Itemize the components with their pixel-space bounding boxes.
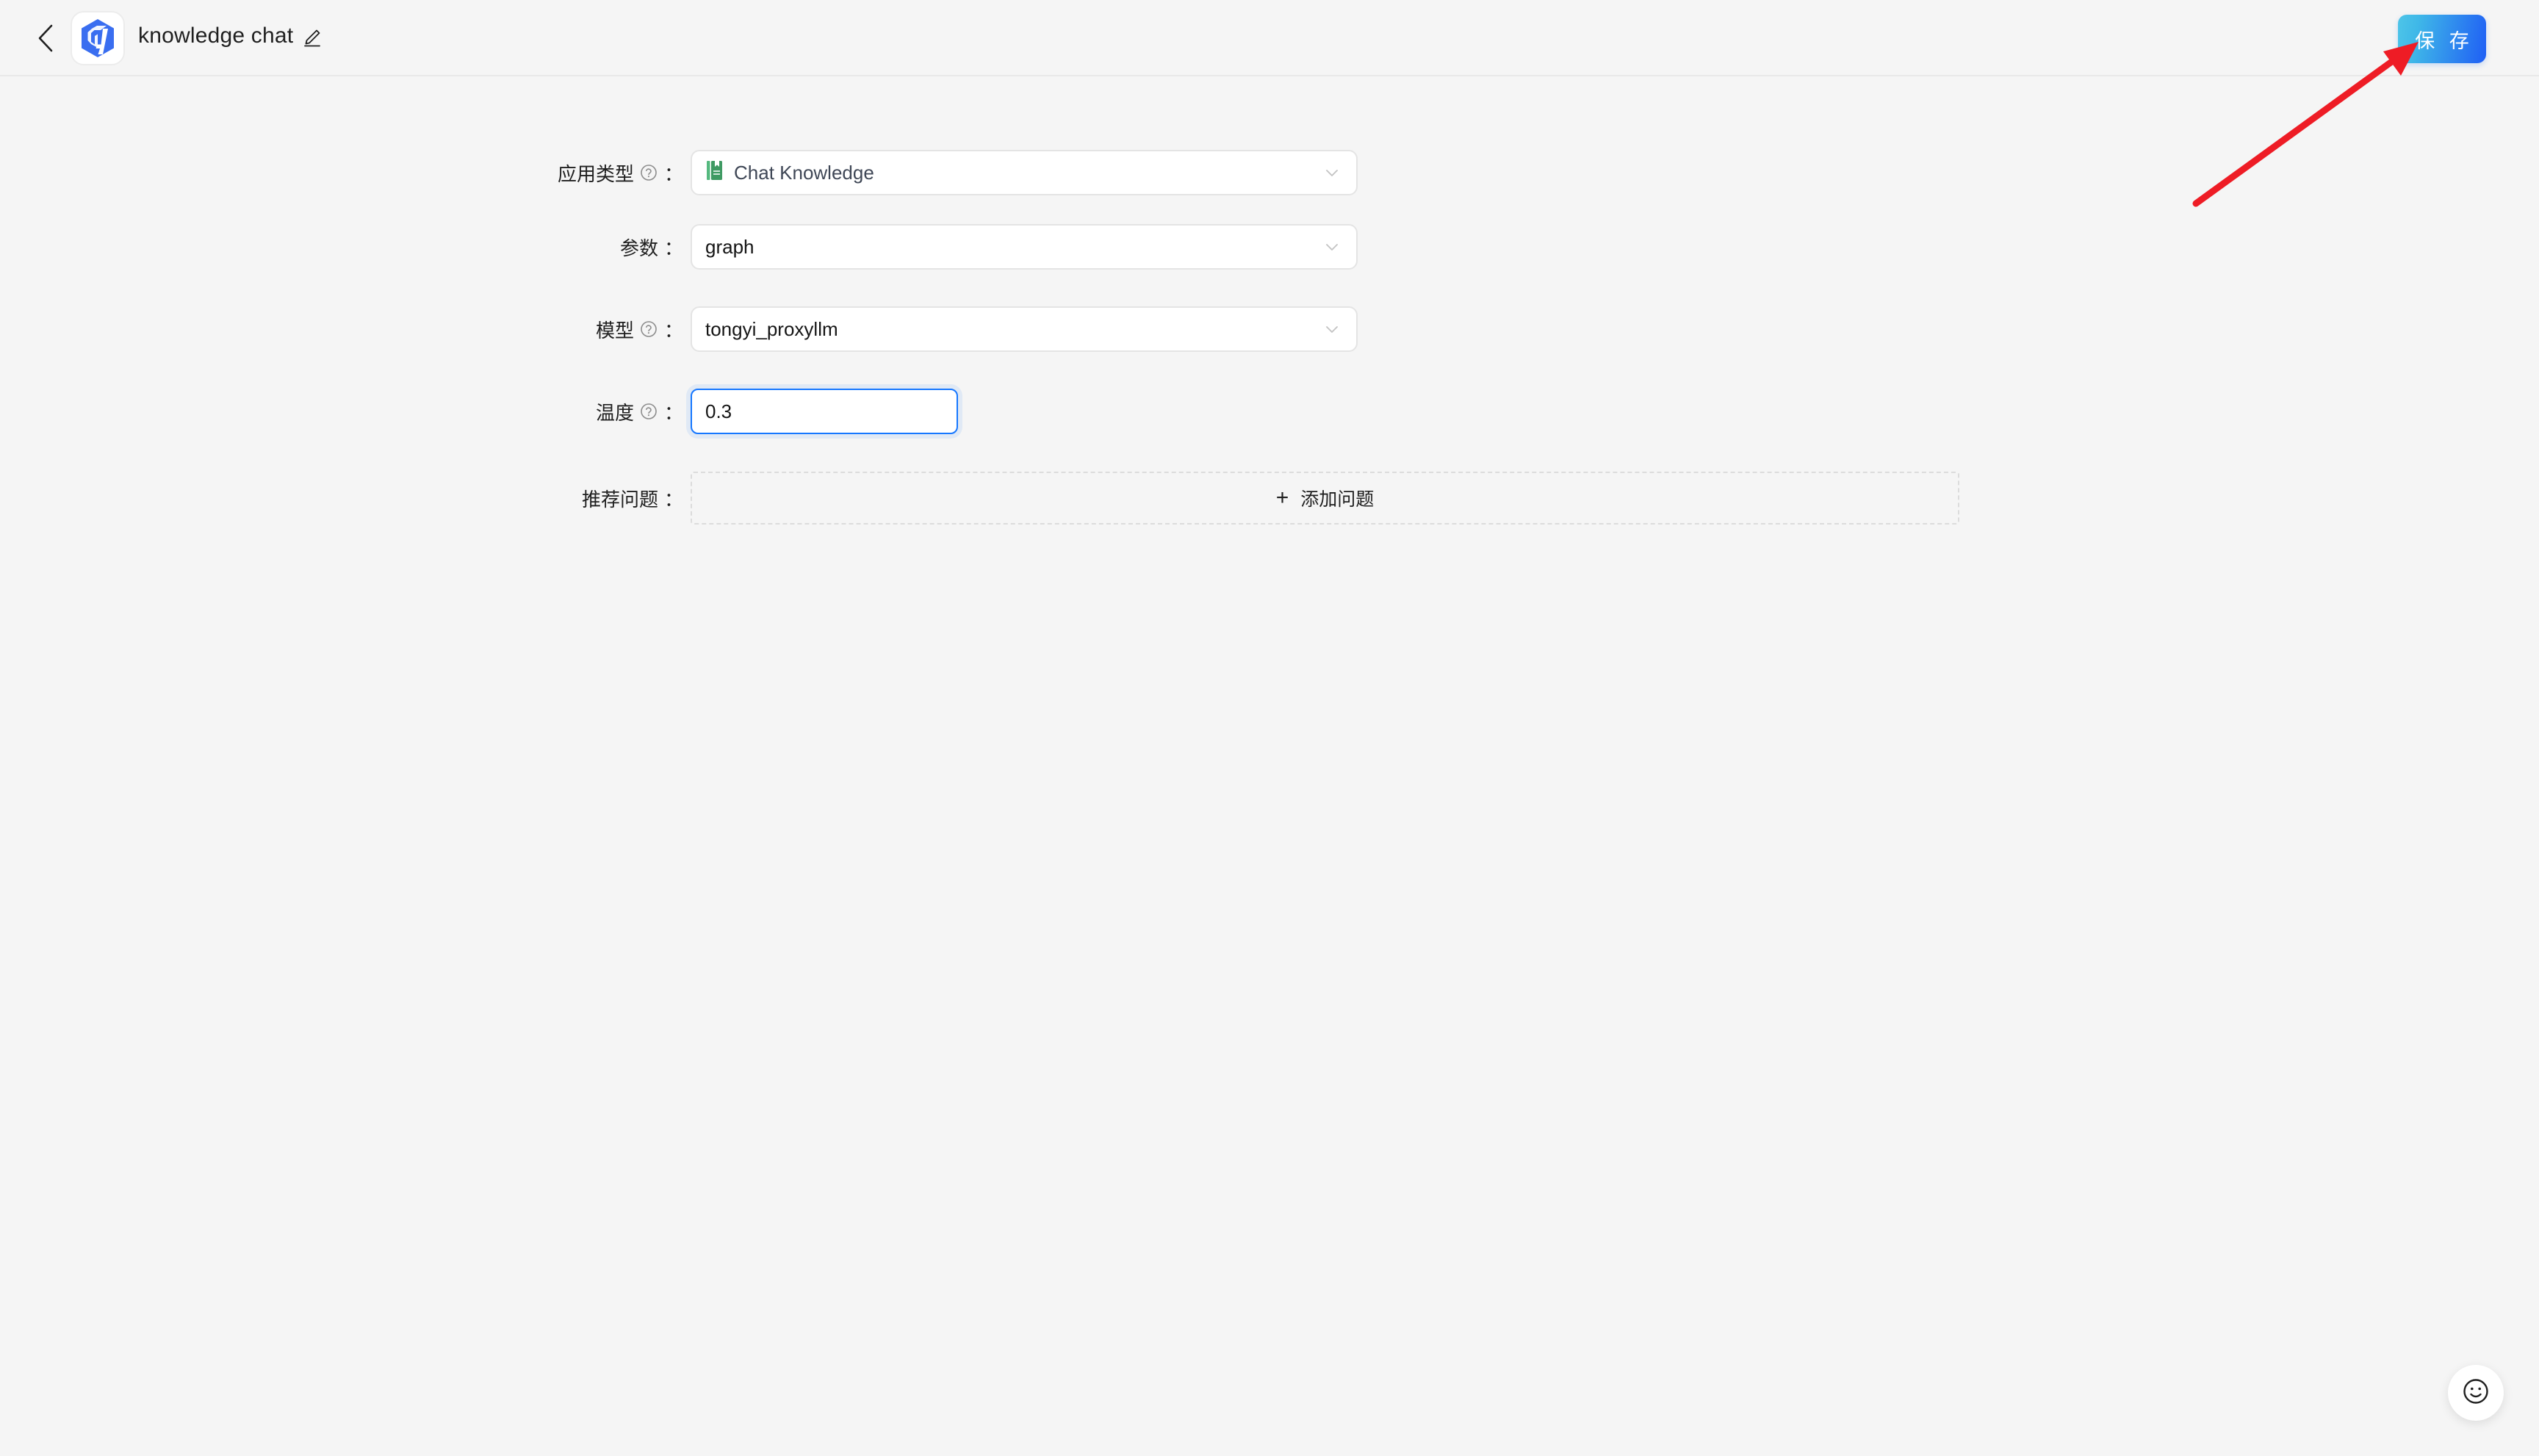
label-app-type-text: 应用类型 bbox=[557, 162, 634, 185]
select-parameter-value: graph bbox=[705, 235, 755, 258]
select-app-type[interactable]: Chat Knowledge bbox=[691, 150, 1358, 195]
label-app-type: 应用类型 ： bbox=[375, 159, 691, 187]
select-app-type-value-wrap: Chat Knowledge bbox=[705, 159, 874, 187]
label-temperature: 温度 ： bbox=[375, 398, 691, 425]
app-logo-tile bbox=[71, 11, 125, 65]
page-title: knowledge chat bbox=[138, 24, 294, 48]
label-temperature-text: 温度 bbox=[595, 401, 634, 424]
form-row-parameter: 参数 ： graph bbox=[375, 224, 1358, 270]
label-parameter-text: 参数 bbox=[619, 237, 658, 259]
edit-title-button[interactable] bbox=[300, 26, 325, 51]
chevron-down-icon[interactable] bbox=[1322, 163, 1341, 182]
label-suggested-questions-text: 推荐问题 bbox=[581, 488, 658, 511]
form-row-model: 模型 ： tongyi_proxyllm bbox=[375, 306, 1358, 352]
chevron-down-icon[interactable] bbox=[1322, 320, 1341, 339]
green-book-icon bbox=[705, 159, 724, 187]
form-row-suggested-questions: 推荐问题 ： + 添加问题 bbox=[375, 472, 1959, 525]
plus-icon: + bbox=[1275, 486, 1289, 510]
app-logo-icon bbox=[79, 18, 117, 59]
form-row-temperature: 温度 ： bbox=[375, 389, 958, 434]
select-model[interactable]: tongyi_proxyllm bbox=[691, 306, 1358, 352]
feedback-fab-button[interactable] bbox=[2448, 1365, 2504, 1421]
label-colon: ： bbox=[663, 488, 683, 511]
annotation-arrow bbox=[2192, 42, 2419, 207]
label-colon: ： bbox=[663, 237, 683, 259]
question-circle-icon[interactable] bbox=[639, 402, 658, 421]
label-colon: ： bbox=[663, 319, 683, 342]
select-model-value: tongyi_proxyllm bbox=[705, 317, 838, 340]
label-model-text: 模型 bbox=[595, 319, 634, 342]
temperature-input[interactable] bbox=[691, 389, 958, 434]
label-parameter: 参数 ： bbox=[375, 234, 691, 261]
form-row-app-type: 应用类型 ： Chat Knowledge bbox=[375, 150, 1358, 195]
label-colon: ： bbox=[663, 401, 683, 424]
smiley-face-icon bbox=[2460, 1376, 2491, 1410]
label-colon: ： bbox=[663, 162, 683, 185]
add-question-inner: + 添加问题 bbox=[1276, 485, 1375, 511]
add-question-button[interactable]: + 添加问题 bbox=[691, 472, 1959, 525]
pencil-edit-icon bbox=[302, 27, 323, 51]
save-button[interactable]: 保 存 bbox=[2398, 15, 2486, 63]
chevron-down-icon[interactable] bbox=[1322, 237, 1341, 256]
chevron-left-icon bbox=[36, 24, 55, 53]
question-circle-icon[interactable] bbox=[639, 163, 658, 182]
add-question-label: 添加问题 bbox=[1300, 489, 1375, 510]
label-suggested-questions: 推荐问题 ： bbox=[375, 485, 691, 512]
select-parameter[interactable]: graph bbox=[691, 224, 1358, 270]
app-header: knowledge chat 保 存 bbox=[0, 0, 2539, 76]
question-circle-icon[interactable] bbox=[639, 320, 658, 339]
back-button[interactable] bbox=[29, 22, 62, 54]
select-app-type-value: Chat Knowledge bbox=[734, 161, 874, 184]
label-model: 模型 ： bbox=[375, 316, 691, 343]
